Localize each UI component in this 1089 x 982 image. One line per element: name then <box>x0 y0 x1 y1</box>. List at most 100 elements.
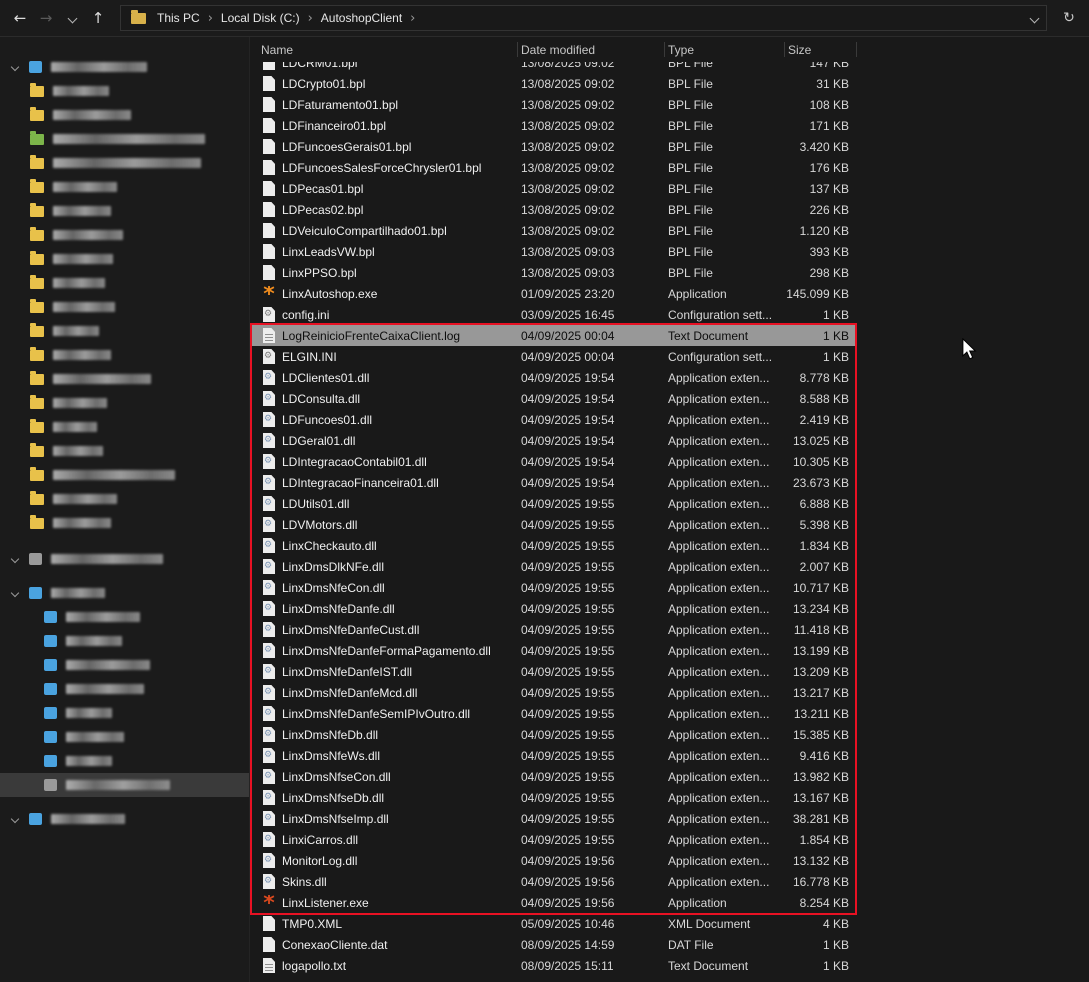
expander-chevron-icon[interactable] <box>10 554 20 564</box>
sidebar-item[interactable] <box>0 247 249 271</box>
address-bar[interactable]: This PC › Local Disk (C:) › AutoshopClient › <box>120 5 1047 31</box>
sidebar-item[interactable] <box>0 79 249 103</box>
sidebar-item[interactable] <box>0 127 249 151</box>
file-size: 108 KB <box>809 97 849 112</box>
column-header-name[interactable]: Name <box>250 37 518 62</box>
column-header-type[interactable]: Type <box>665 37 785 62</box>
expander-chevron-icon[interactable] <box>10 814 20 824</box>
file-row[interactable]: ELGIN.INI 04/09/2025 00:04 Configuration s… <box>250 346 857 367</box>
file-row[interactable]: LDFuncoesGerais01.bpl 13/08/2025 09:02 BPL… <box>250 136 857 157</box>
breadcrumb-segment[interactable]: AutoshopClient <box>314 7 409 29</box>
file-row[interactable]: LDIntegracaoFinanceira01.dll 04/09/2025 1… <box>250 472 857 493</box>
file-row[interactable]: LinxPPSO.bpl 13/08/2025 09:03 BPL File 298 … <box>250 262 857 283</box>
file-row[interactable]: LDCrypto01.bpl 13/08/2025 09:02 BPL File 31… <box>250 73 857 94</box>
file-row[interactable]: TMP0.XML 05/09/2025 10:46 XML Document 4 KB <box>250 913 857 934</box>
file-row[interactable]: LinxLeadsVW.bpl 13/08/2025 09:03 BPL File 3… <box>250 241 857 262</box>
sidebar-item[interactable] <box>0 701 249 725</box>
file-row[interactable]: LDFuncoesSalesForceChrysler01.bpl 13/08/2… <box>250 157 857 178</box>
sidebar-item[interactable] <box>0 391 249 415</box>
file-row[interactable]: LinxDmsNfeDb.dll 04/09/2025 19:55 Applicat… <box>250 724 857 745</box>
file-row[interactable]: LinxiCarros.dll 04/09/2025 19:55 Applicati… <box>250 829 857 850</box>
file-row[interactable]: ConexaoCliente.dat 08/09/2025 14:59 DAT Fi… <box>250 934 857 955</box>
sidebar-item[interactable] <box>0 773 249 797</box>
sidebar-item[interactable] <box>0 487 249 511</box>
sidebar-item[interactable] <box>0 343 249 367</box>
file-row[interactable]: LinxDmsNfeDanfeSemIPIvOutro.dll 04/09/202… <box>250 703 857 724</box>
file-row[interactable]: LinxDmsDlkNFe.dll 04/09/2025 19:55 Applica… <box>250 556 857 577</box>
expander-chevron-icon[interactable] <box>10 588 20 598</box>
file-row[interactable]: LDConsulta.dll 04/09/2025 19:54 Applicatio… <box>250 388 857 409</box>
breadcrumb-chevron-icon[interactable]: › <box>207 11 214 26</box>
back-button[interactable]: ← <box>8 6 32 30</box>
refresh-icon[interactable]: ↻ <box>1057 6 1081 30</box>
column-header-size[interactable]: Size <box>785 37 857 62</box>
file-row[interactable]: LinxDmsNfseDb.dll 04/09/2025 19:55 Applica… <box>250 787 857 808</box>
breadcrumb-segment[interactable]: This PC <box>150 7 207 29</box>
file-row[interactable]: LDCRM01.bpl 13/08/2025 09:02 BPL File 147 K… <box>250 62 857 73</box>
file-row[interactable]: LDFinanceiro01.bpl 13/08/2025 09:02 BPL Fi… <box>250 115 857 136</box>
sidebar-item[interactable] <box>0 199 249 223</box>
file-row[interactable]: LinxDmsNfeWs.dll 04/09/2025 19:55 Applicat… <box>250 745 857 766</box>
sidebar-item[interactable] <box>0 295 249 319</box>
file-row[interactable]: LDIntegracaoContabil01.dll 04/09/2025 19:… <box>250 451 857 472</box>
file-row[interactable]: LDFaturamento01.bpl 13/08/2025 09:02 BPL F… <box>250 94 857 115</box>
file-row[interactable]: LDUtils01.dll 04/09/2025 19:55 Application… <box>250 493 857 514</box>
file-row[interactable]: LinxListener.exe 04/09/2025 19:56 Applicat… <box>250 892 857 913</box>
sidebar-item[interactable] <box>0 223 249 247</box>
file-row[interactable]: LinxDmsNfeDanfeMcd.dll 04/09/2025 19:55 Ap… <box>250 682 857 703</box>
recent-locations-chevron-icon[interactable] <box>60 6 84 30</box>
file-row[interactable]: LDFuncoes01.dll 04/09/2025 19:54 Applicati… <box>250 409 857 430</box>
sidebar-item[interactable] <box>0 605 249 629</box>
file-row[interactable]: LinxCheckauto.dll 04/09/2025 19:55 Applica… <box>250 535 857 556</box>
file-row[interactable]: logapollo.txt 08/09/2025 15:11 Text Docume… <box>250 955 857 976</box>
sidebar-item[interactable] <box>0 415 249 439</box>
sidebar-item[interactable] <box>0 725 249 749</box>
file-row[interactable]: MonitorLog.dll 04/09/2025 19:56 Applicatio… <box>250 850 857 871</box>
sidebar-item[interactable] <box>0 807 249 831</box>
file-row[interactable]: LinxDmsNfeDanfe.dll 04/09/2025 19:55 Appli… <box>250 598 857 619</box>
file-row[interactable]: LinxDmsNfeDanfeIST.dll 04/09/2025 19:55 Ap… <box>250 661 857 682</box>
expander-chevron-icon[interactable] <box>10 62 20 72</box>
sidebar-item[interactable] <box>0 581 249 605</box>
file-row[interactable]: LinxDmsNfeDanfeCust.dll 04/09/2025 19:55 A… <box>250 619 857 640</box>
file-row[interactable]: LinxDmsNfseImp.dll 04/09/2025 19:55 Applic… <box>250 808 857 829</box>
breadcrumb-chevron-icon[interactable]: › <box>307 11 314 26</box>
file-name: ELGIN.INI <box>282 349 337 364</box>
file-row[interactable]: LinxDmsNfseCon.dll 04/09/2025 19:55 Applic… <box>250 766 857 787</box>
sidebar-item[interactable] <box>0 175 249 199</box>
file-row[interactable]: LDGeral01.dll 04/09/2025 19:54 Application… <box>250 430 857 451</box>
address-dropdown-chevron-icon[interactable] <box>1029 9 1040 27</box>
file-row[interactable]: LDVMotors.dll 04/09/2025 19:55 Application… <box>250 514 857 535</box>
breadcrumb-chevron-icon[interactable]: › <box>409 11 416 26</box>
sidebar-item[interactable] <box>0 511 249 535</box>
sidebar-item[interactable] <box>0 677 249 701</box>
sidebar-item[interactable] <box>0 749 249 773</box>
column-header-date[interactable]: Date modified <box>518 37 665 62</box>
sidebar-item[interactable] <box>0 367 249 391</box>
file-type: Application <box>668 895 727 910</box>
file-row[interactable]: LDVeiculoCompartilhado01.bpl 13/08/2025 0… <box>250 220 857 241</box>
file-row[interactable]: Skins.dll 04/09/2025 19:56 Application ext… <box>250 871 857 892</box>
sidebar-item[interactable] <box>0 439 249 463</box>
file-row[interactable]: LinxDmsNfeCon.dll 04/09/2025 19:55 Applica… <box>250 577 857 598</box>
sidebar-item[interactable] <box>0 55 249 79</box>
file-row[interactable]: LogReinicioFrenteCaixaClient.log 04/09/20… <box>250 325 857 346</box>
file-list-viewport[interactable]: LDCRM01.bpl 13/08/2025 09:02 BPL File 147 K… <box>250 62 1089 982</box>
sidebar-item[interactable] <box>0 319 249 343</box>
sidebar-item[interactable] <box>0 547 249 571</box>
sidebar-item[interactable] <box>0 463 249 487</box>
sidebar-item[interactable] <box>0 103 249 127</box>
file-row[interactable]: LinxDmsNfeDanfeFormaPagamento.dll 04/09/2… <box>250 640 857 661</box>
sidebar-item[interactable] <box>0 271 249 295</box>
sidebar-item[interactable] <box>0 151 249 175</box>
sidebar-item[interactable] <box>0 653 249 677</box>
file-row[interactable]: LinxAutoshop.exe 01/09/2025 23:20 Applicat… <box>250 283 857 304</box>
file-row[interactable]: LDClientes01.dll 04/09/2025 19:54 Applicat… <box>250 367 857 388</box>
forward-button[interactable]: → <box>34 6 58 30</box>
up-button[interactable]: ↑ <box>86 6 110 30</box>
file-row[interactable]: LDPecas02.bpl 13/08/2025 09:02 BPL File 226… <box>250 199 857 220</box>
file-row[interactable]: LDPecas01.bpl 13/08/2025 09:02 BPL File 137… <box>250 178 857 199</box>
breadcrumb-segment[interactable]: Local Disk (C:) <box>214 7 307 29</box>
sidebar-item[interactable] <box>0 629 249 653</box>
file-row[interactable]: config.ini 03/09/2025 16:45 Configuration … <box>250 304 857 325</box>
